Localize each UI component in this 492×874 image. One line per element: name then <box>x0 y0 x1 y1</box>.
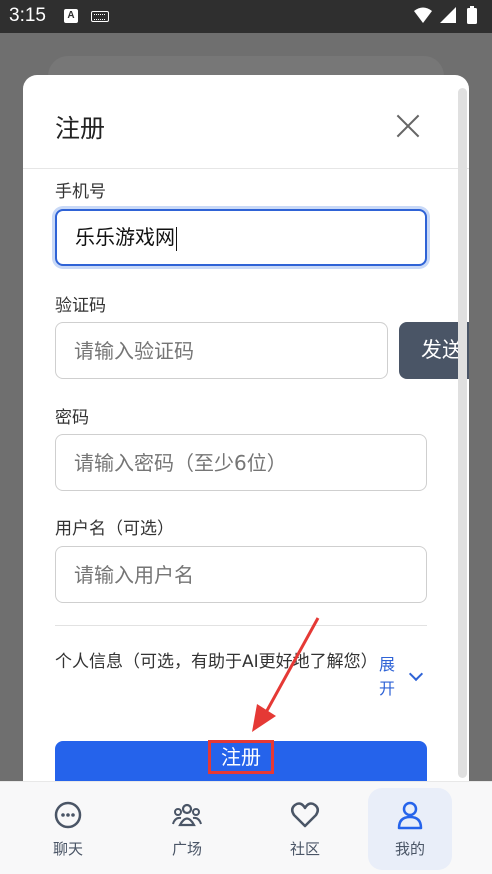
divider <box>55 625 427 626</box>
code-input[interactable] <box>55 322 388 379</box>
chevron-down-icon[interactable] <box>408 666 424 682</box>
people-icon <box>172 803 202 827</box>
register-modal: 注册 手机号 乐乐游戏网 验证码 发送 密码 用户名（可选） 个人信息（可选，有… <box>23 75 469 795</box>
close-icon[interactable] <box>395 113 421 139</box>
modal-title: 注册 <box>55 114 106 143</box>
register-button-label: 注册 <box>208 740 274 774</box>
code-label: 验证码 <box>55 296 106 316</box>
battery-icon <box>467 8 477 24</box>
bottom-nav: 聊天 广场 社区 我的 <box>0 781 492 874</box>
heart-icon <box>291 802 319 828</box>
status-time: 3:15 <box>9 5 46 26</box>
nav-item-mine[interactable]: 我的 <box>368 788 452 870</box>
username-label: 用户名（可选） <box>55 519 174 539</box>
modal-header: 注册 <box>23 75 469 169</box>
phone-input-value: 乐乐游戏网 <box>75 225 175 249</box>
status-icons <box>414 6 477 24</box>
username-input[interactable] <box>55 546 427 603</box>
wifi-icon <box>414 7 432 23</box>
keyboard-icon <box>91 11 109 22</box>
user-icon <box>397 801 423 830</box>
nav-label-plaza: 广场 <box>171 840 202 858</box>
phone-input[interactable]: 乐乐游戏网 <box>55 209 427 266</box>
chat-icon <box>54 801 82 829</box>
status-bar: 3:15 A <box>0 0 492 33</box>
signal-icon <box>440 7 456 23</box>
password-label: 密码 <box>55 408 89 428</box>
nav-label-community: 社区 <box>289 840 320 858</box>
scrollbar[interactable] <box>458 88 467 778</box>
nav-item-chat[interactable]: 聊天 <box>18 782 118 870</box>
expand-toggle[interactable]: 展开 <box>379 653 399 701</box>
nav-label-chat: 聊天 <box>52 840 83 858</box>
phone-label: 手机号 <box>55 182 106 202</box>
nav-label-mine: 我的 <box>394 840 425 858</box>
text-cursor <box>176 226 177 251</box>
nav-item-plaza[interactable]: 广场 <box>137 782 237 870</box>
nav-item-community[interactable]: 社区 <box>255 782 355 870</box>
password-input[interactable] <box>55 434 427 491</box>
notification-a-icon: A <box>64 9 78 23</box>
personal-info-label: 个人信息（可选，有助于AI更好地了解您） <box>55 652 378 672</box>
